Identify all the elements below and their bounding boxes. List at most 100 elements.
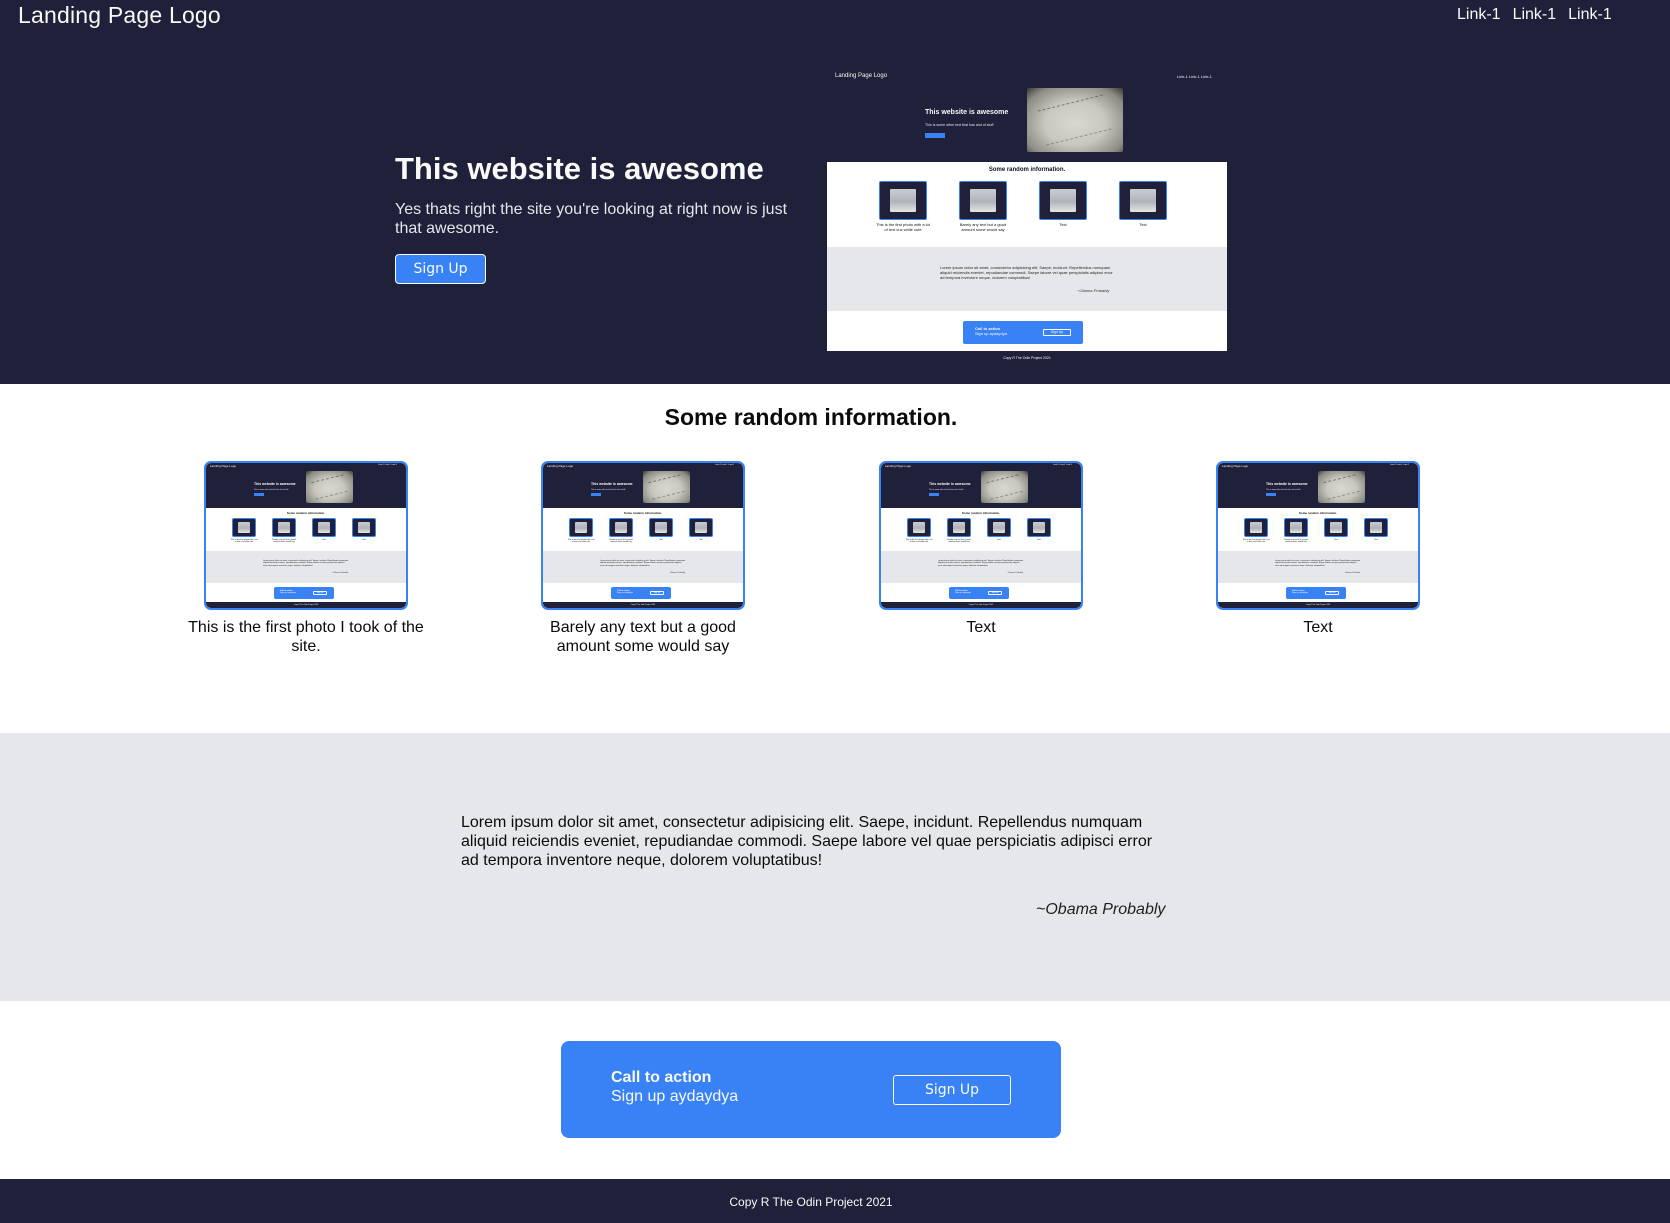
mini-caption: Text [1037, 539, 1041, 541]
site-logo[interactable]: Landing Page Logo [18, 2, 221, 29]
hero-signup-button[interactable]: Sign Up [395, 254, 486, 284]
mini-quote-text: Lorem ipsum dolor sit amet, consectetur … [263, 560, 349, 567]
mini-caption: This is the first photo with a lot of te… [905, 539, 933, 544]
mini-info-title: Some random information. [623, 511, 663, 515]
mini-quote-text: Lorem ipsum dolor sit amet, consectetur … [1275, 560, 1361, 567]
mini-caption: This is the first photo with a lot of te… [876, 222, 930, 232]
mini-hero-button [925, 133, 945, 138]
mini-caption: Barely any text but a good amount some w… [609, 539, 633, 544]
mini-nav-links: Link-1 Link-1 Link-1 [1390, 464, 1410, 466]
top-nav: Landing Page Logo Link-1 Link-1 Link-1 [0, 0, 1670, 30]
call-to-action-box: Call to action Sign up aydaydya Sign Up [561, 1041, 1061, 1138]
mini-logo: Landing Page Logo [547, 464, 574, 468]
mini-nav-links: Link-1 Link-1 Link-1 [1177, 74, 1212, 79]
mini-hero-title: This website is awesome [925, 109, 1009, 116]
hero-title: This website is awesome [395, 151, 764, 186]
mini-thumbnail [1244, 518, 1268, 537]
footer: Copy R The Odin Project 2021 [0, 1179, 1670, 1223]
mini-hero-subtitle: This is some other text that has alot of… [929, 489, 964, 491]
mini-hero-photo [981, 471, 1028, 503]
mini-caption: Barely any text but a good amount some w… [272, 539, 296, 544]
mini-info-title: Some random information. [988, 167, 1066, 173]
nav-link-3[interactable]: Link-1 [1568, 6, 1612, 24]
mini-info-title: Some random information. [286, 511, 326, 515]
mini-thumbnail [1284, 518, 1308, 537]
mini-quote-text: Lorem ipsum dolor sit amet, consectetur … [600, 560, 686, 567]
mini-thumbnail [352, 518, 376, 537]
nav-link-1[interactable]: Link-1 [1457, 6, 1501, 24]
mini-quote-author: ~Obama Probably [669, 572, 686, 574]
cta-subtitle: Sign up aydaydya [611, 1088, 739, 1105]
mini-thumbnail [1039, 181, 1087, 220]
cta-signup-button[interactable]: Sign Up [893, 1075, 1011, 1105]
mini-quote-author: ~Obama Probably [1077, 288, 1110, 293]
mini-caption: Text [322, 539, 326, 541]
mini-nav-links: Link-1 Link-1 Link-1 [378, 464, 398, 466]
mini-thumbnail [987, 518, 1011, 537]
mini-thumbnail [272, 518, 296, 537]
info-section-title: Some random information. [664, 404, 958, 430]
mini-caption: Text [699, 539, 703, 541]
hero-subtitle: Yes thats right the site you're looking … [395, 201, 788, 237]
mini-thumbnail [959, 181, 1007, 220]
mini-caption: Text [362, 539, 366, 541]
quote-section: Lorem ipsum dolor sit amet, consectetur … [0, 733, 1670, 1001]
card-caption: Text [966, 619, 996, 636]
mini-footer: Copy R The Odin Project 2021 [206, 602, 406, 608]
mini-caption: Barely any text but a good amount some w… [959, 222, 1007, 232]
mini-footer: Copy R The Odin Project 2021 [543, 602, 743, 608]
mini-footer: Copy R The Odin Project 2021 [827, 351, 1227, 365]
mini-quote-text: Lorem ipsum dolor sit amet, consectetur … [938, 560, 1024, 567]
card-caption: Text [1303, 619, 1333, 636]
mini-info-title: Some random information. [1298, 511, 1338, 515]
mini-cta-button: Sign Up [988, 591, 1002, 595]
card-caption: This is the first photo I took of the si… [188, 619, 424, 655]
mini-cta-button: Sign Up [1325, 591, 1339, 595]
mini-logo: Landing Page Logo [885, 464, 912, 468]
mini-nav-links: Link-1 Link-1 Link-1 [715, 464, 735, 466]
mini-thumbnail [312, 518, 336, 537]
mini-caption: Barely any text but a good amount some w… [947, 539, 971, 544]
mini-caption: Barely any text but a good amount some w… [1284, 539, 1308, 544]
mini-quote-author: ~Obama Probably [332, 572, 349, 574]
mini-hero-photo [643, 471, 690, 503]
mini-cta-button: Sign Up [313, 591, 327, 595]
card-screenshot-image: Landing Page Logo Link-1 Link-1 Link-1 Thi… [1218, 463, 1418, 608]
mini-caption: Text [1059, 222, 1067, 227]
hero-text-block: This website is awesome Yes thats right … [395, 150, 795, 284]
card-screenshot-image: Landing Page Logo Link-1 Link-1 Link-1 Thi… [206, 463, 406, 608]
mini-hero-photo [306, 471, 353, 503]
mini-cta-text: Call to action Sign up aydaydya [1292, 590, 1308, 595]
mini-thumbnail [947, 518, 971, 537]
mini-thumbnail [1364, 518, 1388, 537]
mini-thumbnail [879, 181, 927, 220]
mini-hero-title: This website is awesome [254, 482, 296, 486]
hero-screenshot-image: Landing Page Logo Link-1 Link-1 Link-1 Thi… [827, 71, 1227, 365]
mini-quote-author: ~Obama Probably [1007, 572, 1024, 574]
mini-cta-button: Sign Up [650, 591, 664, 595]
mini-thumbnail [1119, 181, 1167, 220]
mini-cta-text: Call to action Sign up aydaydya [280, 590, 296, 595]
mini-logo: Landing Page Logo [210, 464, 237, 468]
mini-logo: Landing Page Logo [1222, 464, 1249, 468]
mini-hero-button [1266, 493, 1276, 496]
mini-cta-text: Call to action Sign up aydaydya [975, 326, 1007, 336]
mini-hero-photo [1318, 471, 1365, 503]
mini-quote-author: ~Obama Probably [1344, 572, 1361, 574]
quote-text: Lorem ipsum dolor sit amet, consectetur … [461, 814, 1153, 869]
mini-hero-subtitle: This is some other text that has alot of… [1266, 489, 1301, 491]
mini-hero-title: This website is awesome [929, 482, 971, 486]
mini-nav-links: Link-1 Link-1 Link-1 [1053, 464, 1073, 466]
card-image-frame: Landing Page Logo Link-1 Link-1 Link-1 Thi… [541, 461, 745, 610]
mini-footer: Copy R The Odin Project 2021 [881, 602, 1081, 608]
mini-hero-button [591, 493, 601, 496]
card-screenshot-image: Landing Page Logo Link-1 Link-1 Link-1 Thi… [543, 463, 743, 608]
mini-hero-photo [1027, 88, 1123, 152]
mini-quote-text: Lorem ipsum dolor sit amet, consectetur … [940, 265, 1113, 280]
mini-caption: Text [1139, 222, 1147, 227]
card-caption: Barely any text but a good amount some w… [550, 619, 736, 655]
mini-cta-text: Call to action Sign up aydaydya [955, 590, 971, 595]
mini-thumbnail [907, 518, 931, 537]
card-screenshot-image: Landing Page Logo Link-1 Link-1 Link-1 Thi… [881, 463, 1081, 608]
nav-link-2[interactable]: Link-1 [1513, 6, 1557, 24]
